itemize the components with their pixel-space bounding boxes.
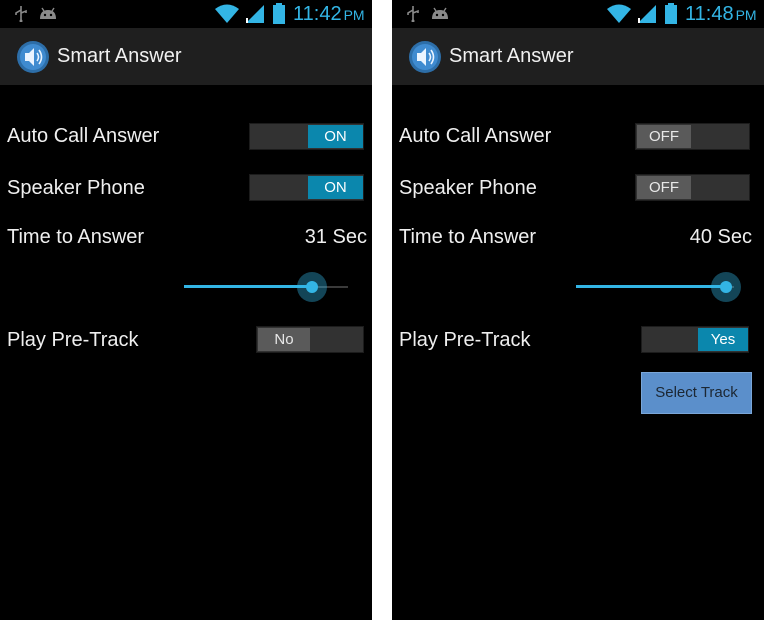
auto-call-answer-toggle[interactable]: ON [249,123,364,150]
status-clock: 11:42 PM [293,3,365,25]
slider-fill [576,285,726,288]
speaker-phone-toggle[interactable]: OFF [635,174,750,201]
wifi-icon [607,4,631,23]
speaker-phone-toggle[interactable]: ON [249,174,364,201]
toggle-thumb: ON [308,176,363,199]
status-bar: 11:48 PM [392,0,764,28]
slider-fill [184,285,312,288]
battery-icon [665,3,677,24]
speaker-phone-label: Speaker Phone [7,177,145,199]
auto-call-answer-label: Auto Call Answer [399,125,552,147]
play-pre-track-toggle[interactable]: Yes [641,326,749,353]
wifi-icon [215,4,239,23]
time-to-answer-label: Time to Answer [7,226,145,248]
signal-icon [246,5,264,23]
usb-icon [15,6,27,22]
slider-knob[interactable] [306,281,318,293]
time-to-answer-value: 40 Sec [689,226,752,248]
screen-divider [372,0,392,620]
app-title: Smart Answer [57,45,182,67]
status-clock: 11:48 PM [685,3,757,25]
toggle-thumb: No [258,328,310,351]
toggle-thumb: OFF [637,176,691,199]
status-bar: 11:42 PM [0,0,372,28]
time-to-answer-value: 31 Sec [304,226,367,248]
toggle-thumb: ON [308,125,363,148]
time-to-answer-slider[interactable] [576,272,741,302]
android-icon [432,7,448,19]
play-pre-track-toggle[interactable]: No [256,326,364,353]
phone-screen-left: 11:42 PM Smart Answer Auto Call Answer ON… [0,0,372,620]
android-icon [40,7,56,19]
play-pre-track-label: Play Pre-Track [7,329,139,351]
speaker-app-icon [409,41,441,73]
app-title: Smart Answer [449,45,574,67]
phone-screen-right: 11:48 PM Smart Answer Auto Call Answer OF… [392,0,764,620]
time-to-answer-label: Time to Answer [399,226,537,248]
speaker-app-icon [17,41,49,73]
play-pre-track-label: Play Pre-Track [399,329,531,351]
battery-icon [273,3,285,24]
auto-call-answer-label: Auto Call Answer [7,125,160,147]
select-track-button[interactable]: Select Track [641,372,752,414]
speaker-phone-label: Speaker Phone [399,177,537,199]
toggle-thumb: Yes [698,328,748,351]
auto-call-answer-toggle[interactable]: OFF [635,123,750,150]
usb-icon [407,6,419,22]
signal-icon [638,5,656,23]
action-bar: Smart Answer [392,28,764,85]
toggle-thumb: OFF [637,125,691,148]
time-to-answer-slider[interactable] [184,272,348,302]
action-bar: Smart Answer [0,28,372,85]
slider-knob[interactable] [720,281,732,293]
